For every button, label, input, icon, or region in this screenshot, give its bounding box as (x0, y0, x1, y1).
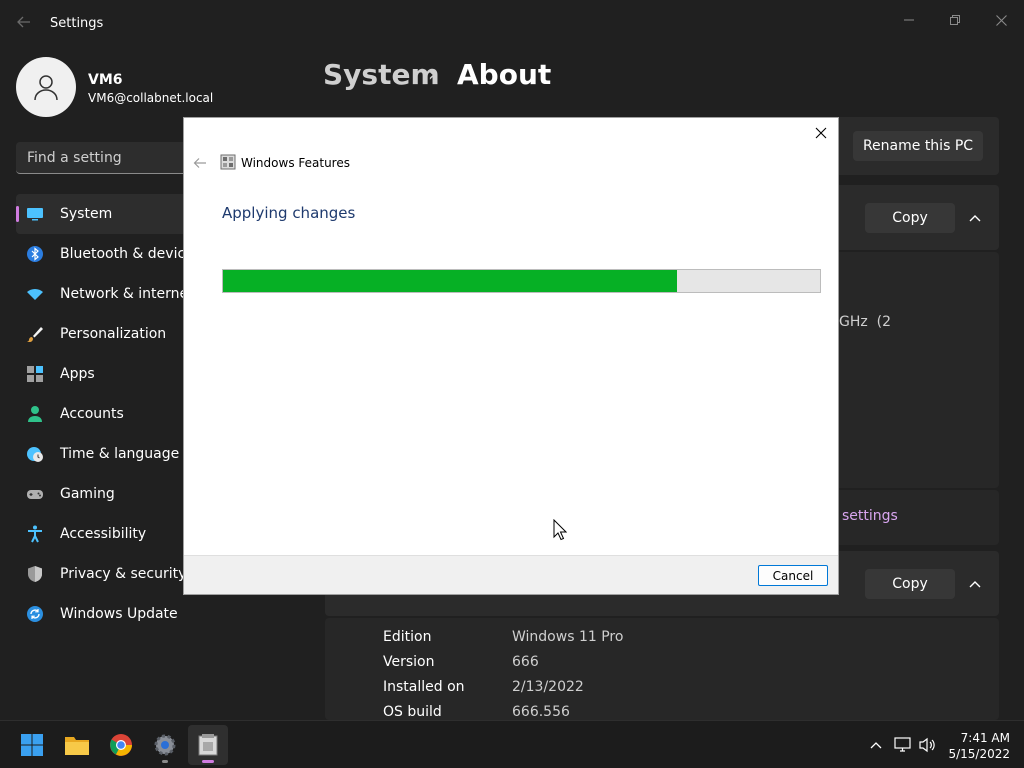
back-arrow-icon[interactable] (14, 14, 34, 34)
window-title: Settings (50, 16, 104, 31)
update-icon (27, 606, 43, 622)
clock-time[interactable]: 7:41 AM (940, 731, 1010, 745)
volume-icon[interactable] (918, 735, 938, 755)
sidebar-item-label: Apps (60, 366, 95, 382)
gamepad-icon (27, 490, 43, 499)
chevron-up-icon[interactable] (965, 574, 985, 594)
spec-value-os-build: 666.556 (512, 704, 570, 720)
device-spec-partial-text: GHz (2 (839, 314, 891, 330)
chrome-button[interactable] (101, 725, 141, 765)
windows-features-icon (198, 734, 218, 756)
sidebar-item-label: Time & language (60, 446, 180, 462)
sidebar-item-label: System (60, 206, 113, 222)
close-icon[interactable] (978, 6, 1024, 34)
sidebar-item-label: Privacy & security (60, 566, 187, 582)
person-icon (28, 406, 42, 422)
apps-icon (27, 366, 43, 382)
person-icon (34, 75, 58, 101)
globe-clock-icon (27, 447, 43, 462)
minimize-icon[interactable] (886, 6, 932, 34)
mouse-cursor-icon (553, 519, 567, 541)
spec-label-installed-on: Installed on (383, 679, 465, 695)
spec-label-os-build: OS build (383, 704, 442, 720)
running-indicator (162, 760, 168, 763)
spec-label-edition: Edition (383, 629, 432, 645)
start-icon (21, 734, 43, 756)
bluetooth-icon (27, 246, 43, 262)
cancel-button[interactable]: Cancel (758, 565, 828, 586)
sidebar-item-label: Bluetooth & devices (60, 246, 202, 262)
spec-value-installed-on: 2/13/2022 (512, 679, 584, 695)
sidebar-item-label: Accounts (60, 406, 124, 422)
taskbar: 7:41 AM 5/15/2022 (0, 720, 1024, 768)
spec-label-version: Version (383, 654, 435, 670)
start-button[interactable] (12, 725, 52, 765)
dialog-app-title: Windows Features (241, 156, 350, 170)
breadcrumb-parent[interactable]: System (323, 58, 440, 91)
settings-button[interactable] (145, 725, 185, 765)
page-title: About (457, 58, 552, 91)
copy-device-specs-button[interactable]: Copy (865, 203, 955, 233)
back-arrow-icon (192, 155, 208, 171)
chevron-up-icon[interactable] (866, 735, 886, 755)
file-explorer-button[interactable] (57, 725, 97, 765)
rename-pc-button[interactable]: Rename this PC (853, 131, 983, 161)
avatar[interactable] (16, 57, 76, 117)
network-icon[interactable] (893, 735, 913, 755)
dialog-footer: Cancel (184, 555, 838, 594)
sidebar-item-label: Windows Update (60, 606, 178, 622)
clock-date[interactable]: 5/15/2022 (940, 747, 1010, 761)
monitor-icon (27, 208, 43, 221)
chevron-up-icon[interactable] (965, 208, 985, 228)
sidebar-item-label: Personalization (60, 326, 167, 342)
restore-icon[interactable] (932, 6, 978, 34)
user-email: VM6@collabnet.local (88, 91, 214, 105)
spec-value-version: 666 (512, 654, 539, 670)
shield-icon (28, 566, 42, 582)
spec-value-edition: Windows 11 Pro (512, 629, 624, 645)
progress-bar-fill (223, 270, 677, 292)
related-link-partial[interactable]: settings (842, 508, 898, 524)
chrome-icon (110, 734, 132, 756)
brush-icon (27, 327, 43, 343)
search-input[interactable] (16, 142, 206, 173)
copy-windows-specs-button[interactable]: Copy (865, 569, 955, 599)
file-explorer-icon (65, 737, 89, 755)
search-box (16, 142, 206, 174)
windows-features-dialog: Windows Features Applying changes Cancel (183, 117, 839, 595)
user-name: VM6 (88, 72, 123, 88)
settings-icon (154, 734, 176, 756)
windows-features-taskbar-button[interactable] (188, 725, 228, 765)
sidebar-item-label: Gaming (60, 486, 115, 502)
sidebar-item-label: Accessibility (60, 526, 147, 542)
breadcrumb-separator: › (428, 62, 436, 86)
wifi-icon (27, 288, 43, 300)
progress-bar (222, 269, 821, 293)
windows-features-icon (220, 154, 236, 170)
dialog-heading: Applying changes (222, 204, 356, 222)
accessibility-icon (28, 525, 42, 543)
active-indicator (202, 760, 214, 763)
sidebar-item-label: Network & internet (60, 286, 194, 302)
title-bar: Settings (0, 0, 1024, 48)
close-icon[interactable] (812, 124, 830, 142)
sidebar-item-windows-update[interactable]: Windows Update (16, 594, 216, 634)
